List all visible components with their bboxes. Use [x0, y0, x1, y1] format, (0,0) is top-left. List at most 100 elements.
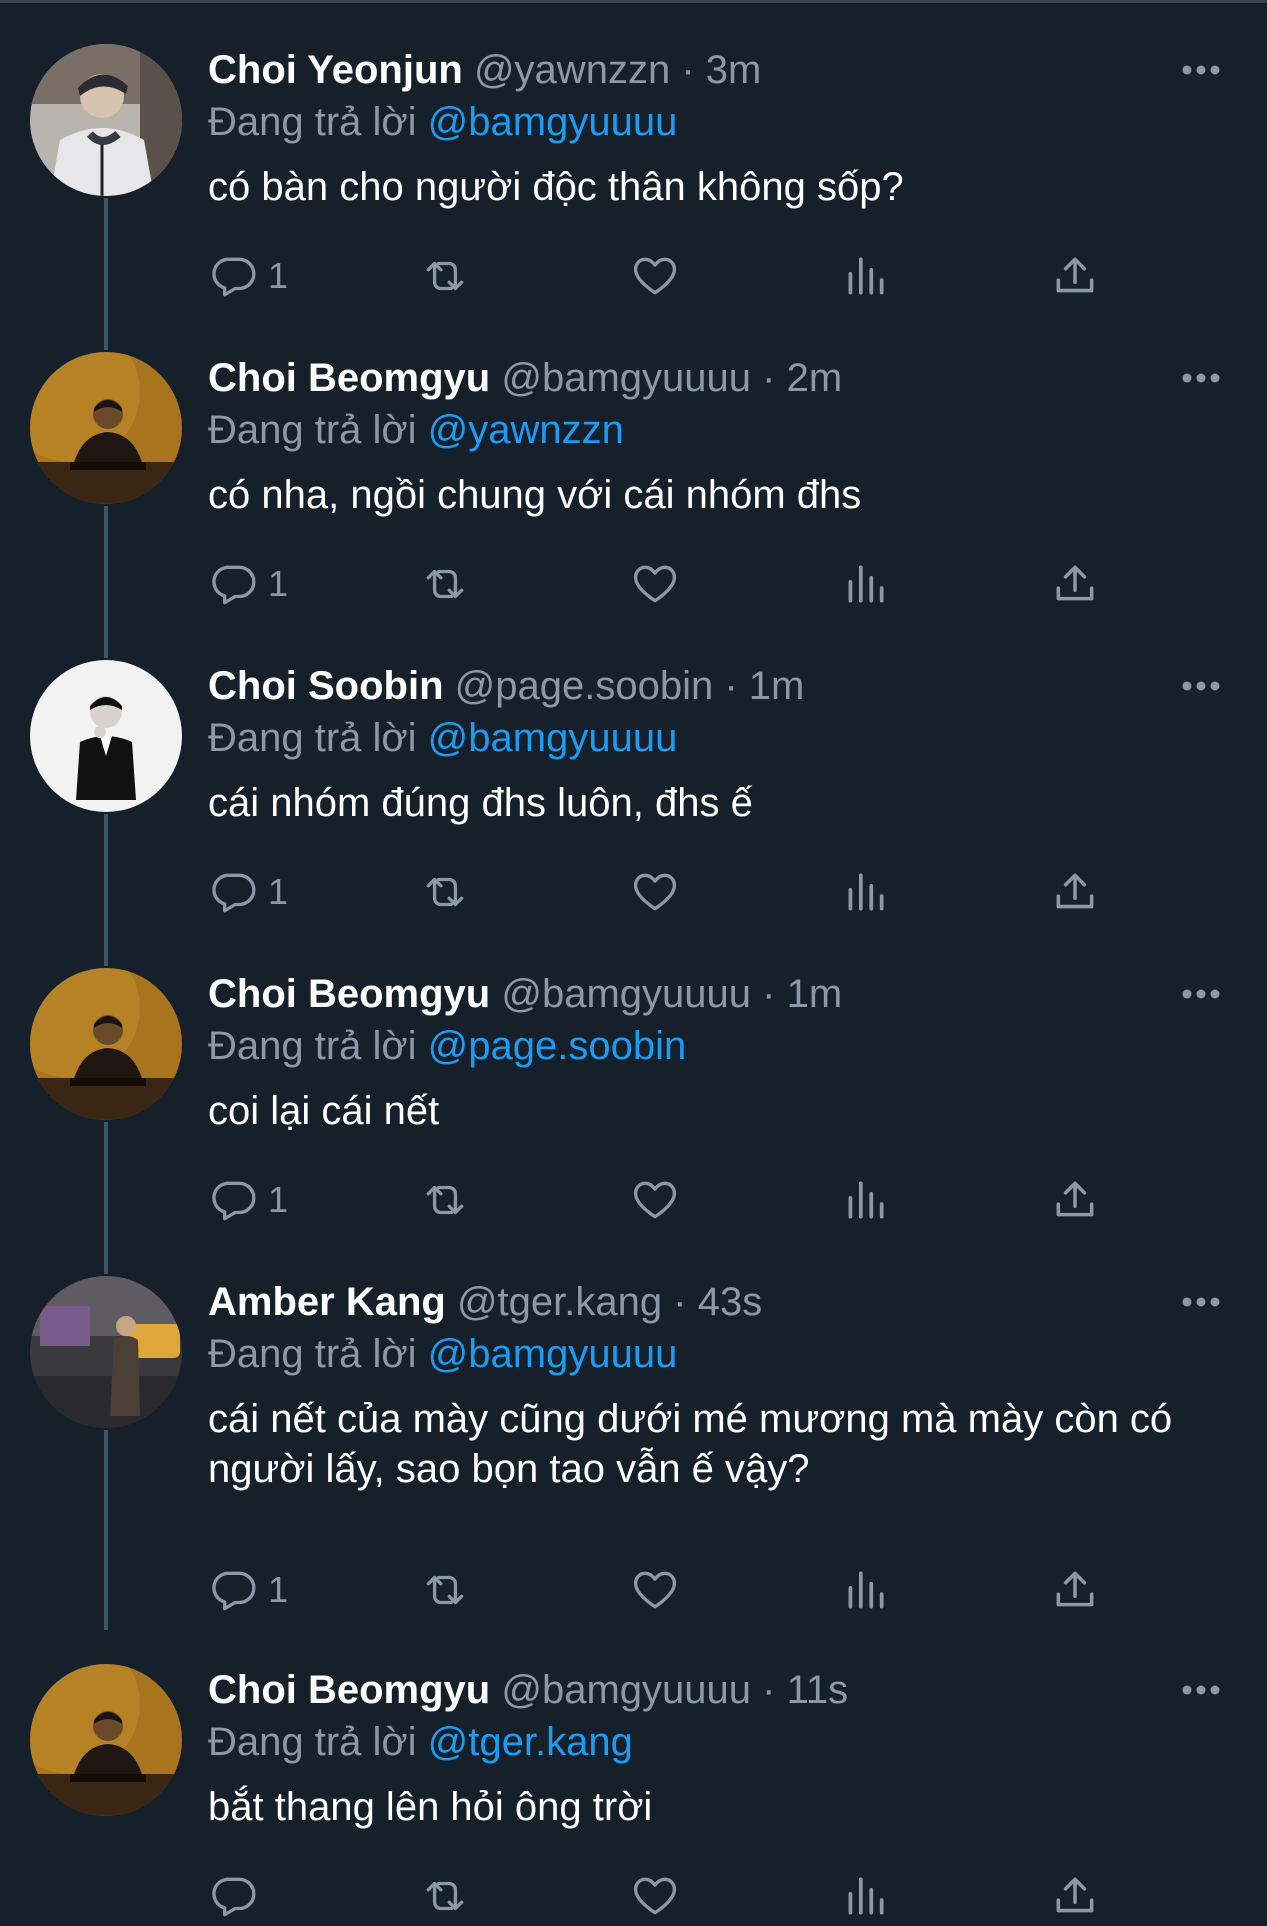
mention-link[interactable]: @tger.kang [428, 1720, 633, 1764]
analytics-button[interactable] [840, 1170, 890, 1230]
like-button[interactable] [630, 246, 680, 306]
display-name[interactable]: Choi Beomgyu [208, 356, 490, 400]
more-icon [1182, 373, 1220, 383]
share-button[interactable] [1050, 246, 1100, 306]
separator-dot: · [762, 972, 776, 1016]
like-button[interactable] [630, 1560, 680, 1620]
replying-to: Đang trả lời @tger.kang [208, 1716, 1231, 1768]
analytics-icon [848, 1181, 884, 1219]
replying-to-label: Đang trả lời [208, 100, 417, 144]
user-handle[interactable]: @tger.kang [457, 1280, 662, 1324]
more-options-button[interactable] [1175, 660, 1227, 712]
reply-icon [212, 565, 256, 605]
retweet-button[interactable] [420, 1560, 470, 1620]
more-options-button[interactable] [1175, 352, 1227, 404]
tweet[interactable]: Choi Beomgyu @bamgyuuuu · 2m Đang trả lờ… [0, 308, 1267, 616]
more-options-button[interactable] [1175, 1664, 1227, 1716]
user-handle[interactable]: @yawnzzn [474, 48, 670, 92]
like-button[interactable] [630, 1866, 680, 1926]
analytics-icon [848, 1571, 884, 1609]
tweet-header: Choi Beomgyu @bamgyuuuu · 2m [208, 352, 1231, 404]
retweet-button[interactable] [420, 554, 470, 614]
tweet-actions: 1 [208, 1560, 1267, 1620]
share-icon [1056, 1181, 1094, 1217]
avatar[interactable] [30, 352, 182, 504]
user-handle[interactable]: @bamgyuuuu [501, 972, 751, 1016]
avatar[interactable] [30, 44, 182, 196]
mention-link[interactable]: @bamgyuuuu [428, 100, 678, 144]
replying-to: Đang trả lời @bamgyuuuu [208, 712, 1231, 764]
display-name[interactable]: Amber Kang [208, 1280, 446, 1324]
share-button[interactable] [1050, 1560, 1100, 1620]
timestamp[interactable]: 1m [749, 664, 805, 708]
timestamp[interactable]: 11s [787, 1668, 849, 1712]
avatar[interactable] [30, 660, 182, 812]
reply-icon [212, 257, 256, 297]
user-handle[interactable]: @bamgyuuuu [501, 1668, 751, 1712]
reply-button[interactable]: 1 [208, 1560, 288, 1620]
share-button[interactable] [1050, 1866, 1100, 1926]
analytics-icon [848, 1877, 884, 1915]
avatar[interactable] [30, 1664, 182, 1816]
user-handle[interactable]: @page.soobin [455, 664, 714, 708]
retweet-icon [426, 877, 464, 907]
more-icon [1182, 65, 1220, 75]
analytics-button[interactable] [840, 246, 890, 306]
more-options-button[interactable] [1175, 44, 1227, 96]
timestamp[interactable]: 43s [698, 1280, 763, 1324]
tweet[interactable]: Choi Beomgyu @bamgyuuuu · 11s Đang trả l… [0, 1620, 1267, 1920]
like-button[interactable] [630, 1170, 680, 1230]
timestamp[interactable]: 3m [706, 48, 762, 92]
avatar-suit-photo [30, 660, 182, 812]
mention-link[interactable]: @bamgyuuuu [428, 1332, 678, 1376]
analytics-button[interactable] [840, 1560, 890, 1620]
tweet[interactable]: Amber Kang @tger.kang · 43s Đang trả lời… [0, 1232, 1267, 1640]
retweet-icon [426, 569, 464, 599]
avatar[interactable] [30, 1276, 182, 1428]
more-options-button[interactable] [1175, 968, 1227, 1020]
timestamp[interactable]: 1m [787, 972, 843, 1016]
user-handle[interactable]: @bamgyuuuu [501, 356, 751, 400]
reply-button[interactable]: 1 [208, 246, 288, 306]
tweet[interactable]: Choi Yeonjun @yawnzzn · 3m Đang trả lời … [0, 0, 1267, 308]
tweet[interactable]: Choi Beomgyu @bamgyuuuu · 1m Đang trả lờ… [0, 924, 1267, 1232]
retweet-button[interactable] [420, 1170, 470, 1230]
replying-to: Đang trả lời @page.soobin [208, 1020, 1231, 1072]
like-button[interactable] [630, 554, 680, 614]
retweet-button[interactable] [420, 862, 470, 922]
tweet-actions: 1 [208, 246, 1267, 306]
reply-button[interactable] [208, 1866, 268, 1926]
timestamp[interactable]: 2m [787, 356, 843, 400]
reply-button[interactable]: 1 [208, 554, 288, 614]
share-icon [1056, 873, 1094, 909]
tweet-actions [208, 1866, 1267, 1926]
like-button[interactable] [630, 862, 680, 922]
share-button[interactable] [1050, 862, 1100, 922]
avatar[interactable] [30, 968, 182, 1120]
share-button[interactable] [1050, 554, 1100, 614]
mention-link[interactable]: @bamgyuuuu [428, 716, 678, 760]
more-options-button[interactable] [1175, 1276, 1227, 1328]
display-name[interactable]: Choi Yeonjun [208, 48, 463, 92]
retweet-button[interactable] [420, 246, 470, 306]
tweet[interactable]: Choi Soobin @page.soobin · 1m Đang trả l… [0, 616, 1267, 924]
reply-icon [212, 1181, 256, 1221]
tweet-actions: 1 [208, 554, 1267, 614]
display-name[interactable]: Choi Beomgyu [208, 1668, 490, 1712]
analytics-button[interactable] [840, 554, 890, 614]
reply-icon [212, 873, 256, 913]
separator-dot: · [724, 664, 738, 708]
heart-icon [633, 873, 677, 911]
separator-dot: · [673, 1280, 687, 1324]
display-name[interactable]: Choi Beomgyu [208, 972, 490, 1016]
reply-button[interactable]: 1 [208, 1170, 288, 1230]
analytics-button[interactable] [840, 862, 890, 922]
reply-button[interactable]: 1 [208, 862, 288, 922]
share-button[interactable] [1050, 1170, 1100, 1230]
display-name[interactable]: Choi Soobin [208, 664, 444, 708]
replying-to: Đang trả lời @bamgyuuuu [208, 96, 1231, 148]
analytics-button[interactable] [840, 1866, 890, 1926]
retweet-button[interactable] [420, 1866, 470, 1926]
mention-link[interactable]: @yawnzzn [428, 408, 624, 452]
mention-link[interactable]: @page.soobin [428, 1024, 687, 1068]
